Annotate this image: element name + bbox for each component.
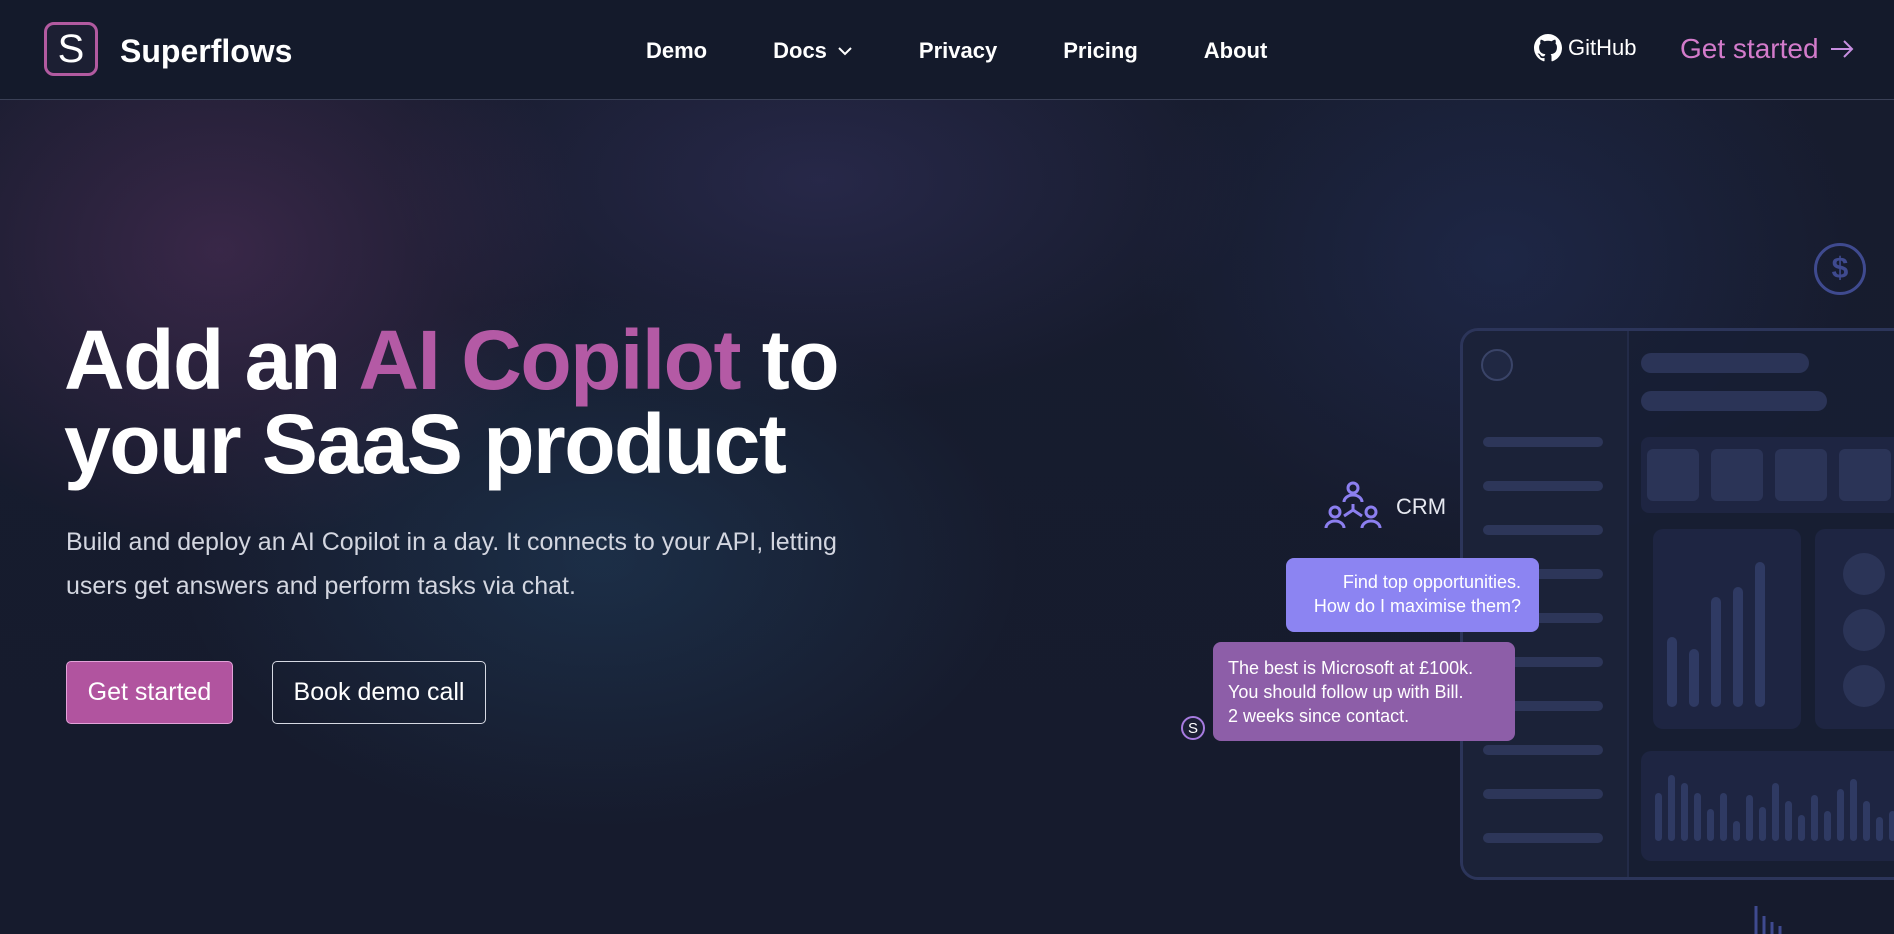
arrow-right-icon (1830, 40, 1853, 58)
chart-bar (1694, 793, 1701, 841)
crm-label: CRM (1396, 494, 1447, 519)
chart-bar (1772, 783, 1779, 841)
chart-bar (1863, 801, 1870, 841)
chart-bar (1759, 807, 1766, 841)
chart-bar (1733, 821, 1740, 841)
chart-bar (1668, 775, 1675, 841)
nav-get-started-link[interactable]: Get started (1680, 33, 1855, 65)
dots-card (1815, 529, 1894, 729)
get-started-button[interactable]: Get started (66, 661, 233, 724)
crm-badge: CRM (1324, 480, 1446, 534)
nav-links: Demo Docs Privacy Pricing About (646, 38, 1333, 64)
nav-link-demo[interactable]: Demo (646, 38, 707, 64)
chart-bar (1667, 637, 1677, 707)
brand-name[interactable]: Superflows (120, 33, 292, 70)
github-label: GitHub (1568, 35, 1637, 60)
chart-bar (1811, 795, 1818, 841)
book-demo-button[interactable]: Book demo call (272, 661, 486, 724)
dot-placeholder (1843, 665, 1885, 707)
chart-bar (1837, 789, 1844, 841)
tile-placeholder (1711, 449, 1763, 501)
hero-subtitle: Build and deploy an AI Copilot in a day.… (66, 528, 837, 600)
hero-title: Add an AI Copilot to your SaaS product (64, 313, 840, 491)
tile-placeholder (1775, 449, 1827, 501)
sidebar-placeholder (1483, 833, 1603, 843)
bot-avatar-icon: S (1181, 716, 1205, 740)
dot-placeholder (1843, 553, 1885, 595)
github-icon (1534, 34, 1562, 62)
chart-bar (1707, 809, 1714, 841)
user-chat-bubble: Find top opportunities. How do I maximis… (1286, 558, 1539, 632)
sidebar-placeholder (1483, 745, 1603, 755)
chart-bar (1689, 649, 1699, 707)
wave-chart-card (1641, 751, 1894, 861)
nav-link-about[interactable]: About (1204, 38, 1268, 64)
chart-bar (1850, 779, 1857, 841)
bar-chart-icon (1754, 906, 1782, 934)
avatar (1481, 349, 1513, 381)
logo-letter: S (57, 27, 85, 71)
github-link[interactable]: GitHub (1534, 34, 1636, 62)
chart-bar (1733, 587, 1743, 707)
bar-chart-card (1653, 529, 1801, 729)
chart-bar (1746, 795, 1753, 841)
chevron-down-icon (838, 47, 852, 56)
logo-icon[interactable]: S (44, 22, 98, 76)
sidebar-placeholder (1483, 481, 1603, 491)
chart-bar (1711, 597, 1721, 707)
tile-placeholder (1647, 449, 1699, 501)
chart-bar (1889, 811, 1894, 841)
chart-bar (1824, 811, 1831, 841)
header-placeholder (1641, 353, 1809, 373)
nav-link-docs[interactable]: Docs (773, 38, 853, 64)
chart-bar (1798, 815, 1805, 841)
hero-title-accent: AI Copilot (358, 313, 741, 407)
chart-bar (1681, 783, 1688, 841)
top-navbar: S Superflows Demo Docs Privacy Pricing A… (0, 0, 1894, 100)
bot-chat-bubble: The best is Microsoft at £100k. You shou… (1213, 642, 1515, 741)
chart-bar (1720, 793, 1727, 841)
sidebar-placeholder (1483, 525, 1603, 535)
chart-bar (1655, 793, 1662, 841)
header-placeholder (1641, 391, 1827, 411)
sidebar-placeholder (1483, 437, 1603, 447)
dot-placeholder (1843, 609, 1885, 651)
chart-bar (1755, 562, 1765, 707)
nav-link-privacy[interactable]: Privacy (919, 38, 997, 64)
chart-bar (1876, 817, 1883, 841)
crm-team-icon (1324, 481, 1382, 529)
chart-bar (1785, 801, 1792, 841)
dollar-coin-icon: $ (1814, 243, 1866, 295)
tile-placeholder (1839, 449, 1891, 501)
nav-link-pricing[interactable]: Pricing (1063, 38, 1138, 64)
sidebar-placeholder (1483, 789, 1603, 799)
